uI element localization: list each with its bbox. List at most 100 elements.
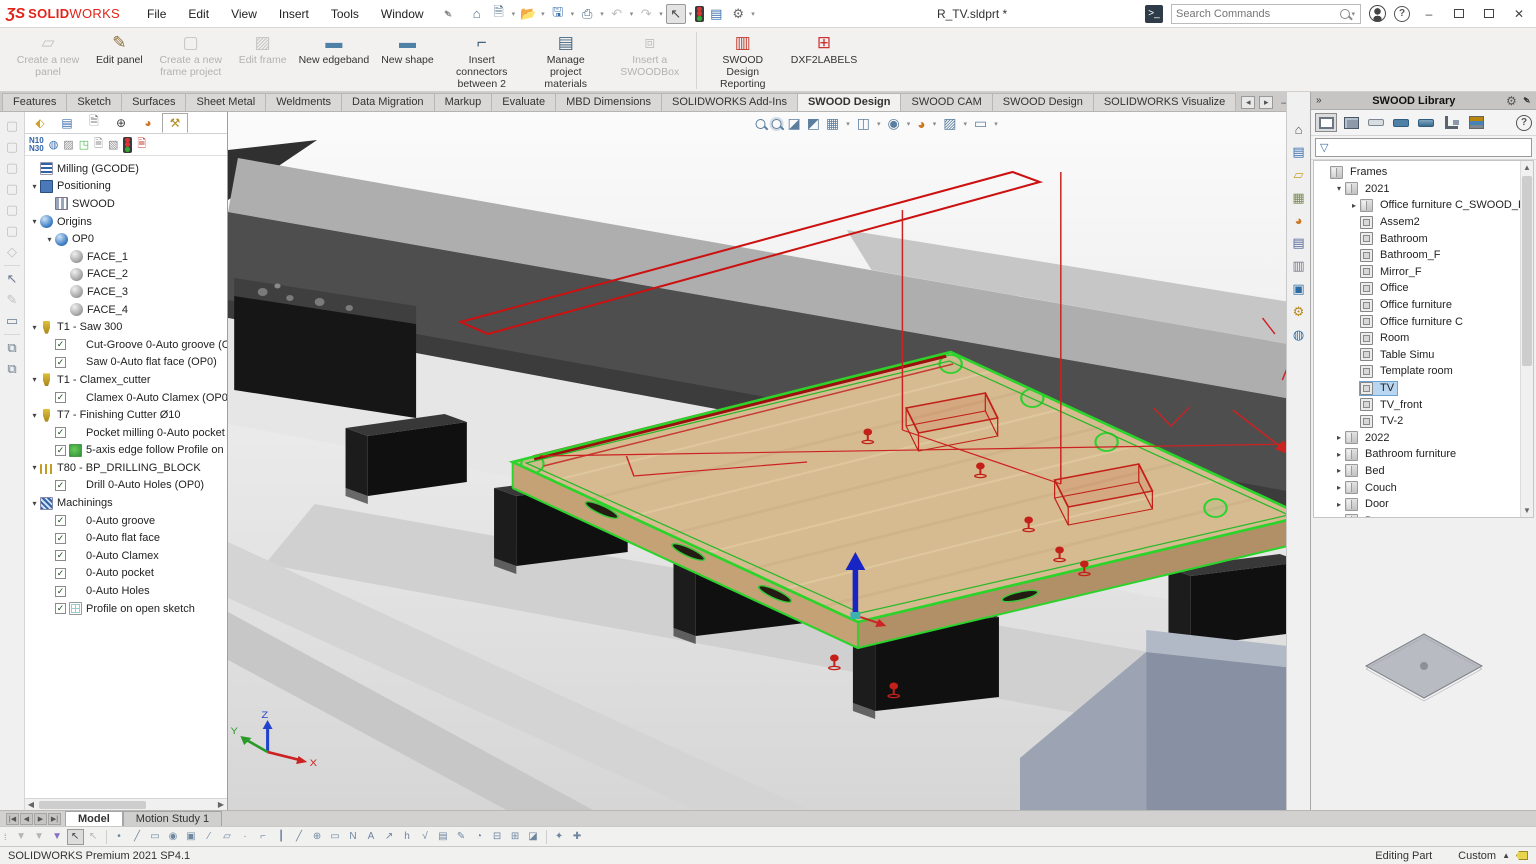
tree-item[interactable]: ✓Pocket milling 0-Auto pocket (O	[25, 424, 227, 442]
operation-checkbox[interactable]: ✓	[55, 586, 66, 597]
feature-tree-hscrollbar[interactable]: ◀ ▶	[25, 798, 227, 810]
reporting-button[interactable]: ▥SWOOD Design Reporting	[701, 30, 785, 92]
operation-checkbox[interactable]: ✓	[55, 427, 66, 438]
tab-sheet-metal[interactable]: Sheet Metal	[185, 93, 266, 111]
tag-icon[interactable]	[1516, 851, 1528, 860]
shape-button[interactable]: ▬New shape	[375, 30, 440, 68]
tree-item[interactable]: ✓Cut-Groove 0-Auto groove (OP	[25, 336, 227, 354]
restore-button[interactable]	[1448, 5, 1470, 23]
view-orientation-icon[interactable]: ▦	[826, 115, 839, 132]
library-item[interactable]: TV_front	[1314, 396, 1533, 413]
file-explorer-icon[interactable]: ▱	[1294, 167, 1304, 183]
tree-expand-icon[interactable]: ▸	[1333, 500, 1345, 509]
menu-view[interactable]: View	[222, 4, 266, 24]
post-process-icon[interactable]: 🗎	[137, 135, 146, 154]
print-icon[interactable]: ⎙	[577, 4, 597, 24]
scroll-up-icon[interactable]: ▲	[1521, 161, 1533, 174]
appearances-dropdown-icon[interactable]: ▾	[933, 120, 937, 128]
library-item[interactable]: ▸Office furniture C_SWOOD_Report	[1314, 197, 1533, 214]
3d-content-central-icon[interactable]: ◍	[1293, 327, 1304, 343]
scene-dropdown-icon[interactable]: ▾	[963, 120, 967, 128]
library-item[interactable]: Office furniture	[1314, 297, 1533, 314]
tree-expand-icon[interactable]: ▾	[29, 217, 40, 226]
library-item[interactable]: ▸Bed	[1314, 463, 1533, 480]
tree-expand-icon[interactable]: ▾	[29, 463, 40, 472]
close-button[interactable]: ✕	[1508, 5, 1530, 23]
operation-page-icon[interactable]: 🗎	[94, 135, 103, 154]
stock-icon[interactable]: ▨	[63, 138, 73, 151]
tab-prev-icon[interactable]: ◂	[1241, 96, 1255, 109]
tree-item[interactable]: ▾OP0	[25, 230, 227, 248]
dxf2labels-button[interactable]: ⊞DXF2LABELS	[785, 30, 864, 68]
operation-checkbox[interactable]: ✓	[55, 480, 66, 491]
menu-file[interactable]: File	[138, 4, 175, 24]
vcr-button-2[interactable]: ▶	[34, 813, 47, 825]
file-properties-icon[interactable]: ▤	[706, 4, 726, 24]
library-item[interactable]: ▸Door	[1314, 496, 1533, 513]
view-settings-dropdown-icon[interactable]: ▾	[994, 120, 998, 128]
scene-icon[interactable]: ▨	[943, 115, 956, 132]
filter-magnified-n-icon[interactable]: N	[345, 829, 362, 845]
filter-surface-bodies-icon[interactable]: ◉	[165, 829, 182, 845]
filter-weld-symbols-icon[interactable]: h	[399, 829, 416, 845]
view-tool-2-icon[interactable]: ▢	[6, 139, 18, 155]
hide-show-items-icon[interactable]: ◉	[888, 115, 900, 132]
filter-routes-icon[interactable]: ⌐	[255, 829, 272, 845]
minimize-button[interactable]: –	[1418, 5, 1440, 23]
vcr-button-3[interactable]: ▶|	[48, 813, 61, 825]
tab-next-icon[interactable]: ▸	[1259, 96, 1273, 109]
tab-features[interactable]: Features	[2, 93, 67, 111]
menu-insert[interactable]: Insert	[270, 4, 318, 24]
tab-evaluate[interactable]: Evaluate	[491, 93, 556, 111]
tab-surfaces[interactable]: Surfaces	[121, 93, 186, 111]
help-icon[interactable]: ?	[1394, 6, 1410, 22]
tree-item[interactable]: ✓0-Auto groove	[25, 512, 227, 530]
home-icon[interactable]: ⌂	[1295, 122, 1303, 137]
tab-mbd-dimensions[interactable]: MBD Dimensions	[555, 93, 662, 111]
appearances-icon[interactable]: ◕	[1295, 213, 1303, 228]
library-filter-input[interactable]: ▽	[1315, 138, 1532, 157]
tree-expand-icon[interactable]: ▾	[29, 323, 40, 332]
tab-weldments[interactable]: Weldments	[265, 93, 342, 111]
tab-swood-design[interactable]: SWOOD Design	[992, 93, 1094, 111]
display-style-icon[interactable]: ◫	[857, 115, 870, 132]
filter-appearance-pie-icon[interactable]: ◔	[471, 829, 488, 845]
tree-item[interactable]: ✓0-Auto Clamex	[25, 547, 227, 565]
filter-axes-icon[interactable]: ⁄	[201, 829, 218, 845]
library-pin-icon[interactable]: ✒	[1519, 93, 1534, 109]
rebuild-icon[interactable]	[695, 6, 704, 22]
search-icon[interactable]	[1340, 9, 1350, 19]
tree-expand-icon[interactable]: ▸	[1333, 450, 1345, 459]
tab-swood-design[interactable]: SWOOD Design	[797, 93, 902, 111]
new-document-dropdown-icon[interactable]: ▾	[512, 10, 516, 18]
save-icon[interactable]: 🖫	[548, 4, 568, 24]
setup-globe-icon[interactable]: ◍	[49, 138, 59, 151]
pin-menu-icon[interactable]: ✒	[439, 5, 456, 22]
tree-item[interactable]: ✓0-Auto flat face	[25, 529, 227, 547]
edit-sketch-icon[interactable]: ✎	[7, 292, 18, 308]
operation-checkbox[interactable]: ✓	[55, 445, 66, 456]
vcr-button-1[interactable]: ◀	[20, 813, 33, 825]
dynamic-annotation-icon[interactable]: ◩	[807, 115, 820, 132]
tree-expand-icon[interactable]: ▾	[29, 411, 40, 420]
operation-checkbox[interactable]: ✓	[55, 533, 66, 544]
lasso-select-icon[interactable]: ↖	[85, 829, 102, 845]
filter-sketch-segments-icon[interactable]: ┃	[273, 829, 290, 845]
filter-center-marks-icon[interactable]: ⊕	[309, 829, 326, 845]
tab-solidworks-visualize[interactable]: SOLIDWORKS Visualize	[1093, 93, 1236, 111]
tree-item[interactable]: ▾Origins	[25, 213, 227, 231]
filter-person-1-icon[interactable]: ✦	[551, 829, 568, 845]
filter-connection-1-icon[interactable]: ⊟	[489, 829, 506, 845]
library-item[interactable]: Room	[1314, 330, 1533, 347]
selection-filter-toggle-icon[interactable]: ▼	[13, 829, 30, 845]
view-palette-icon[interactable]: ▦	[1292, 190, 1304, 206]
library-connector-icon[interactable]	[1440, 113, 1462, 132]
tree-item[interactable]: FACE_2	[25, 266, 227, 284]
library-item[interactable]: TV	[1314, 380, 1533, 397]
tree-item[interactable]: ✓5-axis edge follow Profile on op	[25, 442, 227, 460]
clear-filters-icon[interactable]: ▼	[31, 829, 48, 845]
search-commands-box[interactable]: ▾	[1171, 4, 1361, 24]
library-item[interactable]: Table Simu	[1314, 347, 1533, 364]
view-orientation-dropdown-icon[interactable]: ▾	[846, 120, 850, 128]
tree-item[interactable]: ▾T7 - Finishing Cutter Ø10	[25, 406, 227, 424]
